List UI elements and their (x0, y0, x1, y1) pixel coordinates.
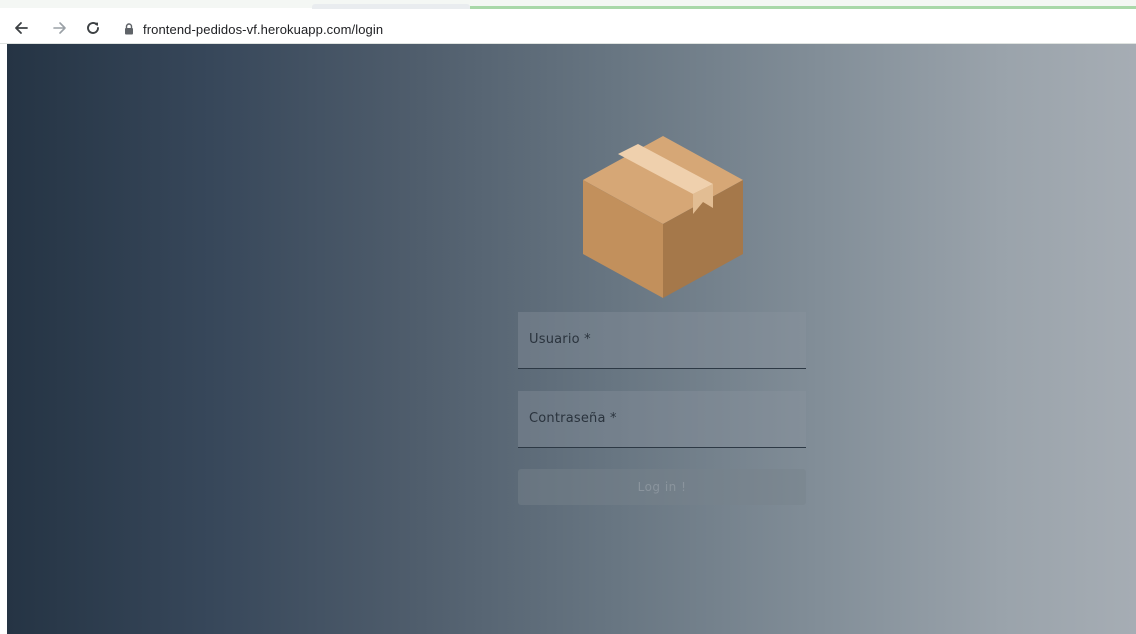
forward-button[interactable] (49, 17, 71, 39)
reload-button[interactable] (82, 17, 104, 39)
lock-icon[interactable] (121, 21, 137, 37)
browser-window: frontend-pedidos-vf.herokuapp.com/login … (0, 0, 1136, 634)
browser-toolbar: frontend-pedidos-vf.herokuapp.com/login (0, 0, 1136, 44)
window-edge (0, 44, 7, 634)
address-bar[interactable]: frontend-pedidos-vf.herokuapp.com/login (113, 15, 1136, 43)
password-input[interactable] (518, 391, 806, 447)
login-button[interactable]: Log in ! (518, 469, 806, 505)
username-input[interactable] (518, 312, 806, 368)
browser-tab[interactable] (312, 4, 470, 9)
reload-icon (87, 22, 99, 34)
password-field[interactable]: Contraseña * (518, 391, 806, 448)
url-text[interactable]: frontend-pedidos-vf.herokuapp.com/login (143, 22, 383, 37)
username-field[interactable]: Usuario * (518, 312, 806, 369)
arrow-right-icon (53, 22, 66, 34)
back-button[interactable] (10, 17, 32, 39)
cardboard-box-icon (583, 136, 743, 298)
arrow-left-icon (15, 22, 28, 34)
tab-strip-highlight (470, 6, 1136, 9)
